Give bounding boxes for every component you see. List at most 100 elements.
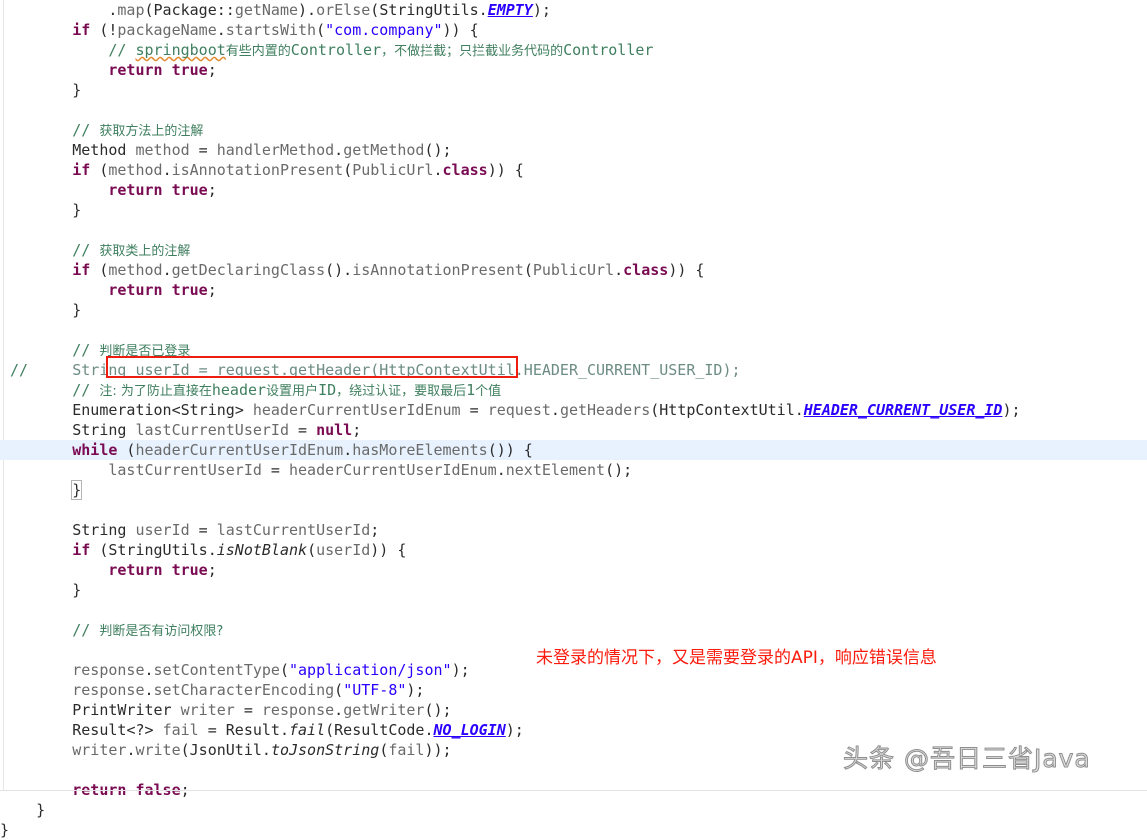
code-token: (! bbox=[90, 21, 118, 39]
code-token: Controller bbox=[290, 41, 382, 59]
code-line-text: response.setCharacterEncoding("UTF-8"); bbox=[0, 681, 424, 699]
code-line[interactable]: // 注: 为了防止直接在header设置用户ID，绕过认证，要取最后1个值 bbox=[0, 380, 1147, 400]
code-line[interactable]: if (method.getDeclaringClass().isAnnotat… bbox=[0, 260, 1147, 280]
code-token: ); bbox=[532, 1, 551, 19]
code-line[interactable]: lastCurrentUserId = headerCurrentUserIdE… bbox=[0, 460, 1147, 480]
code-token: . bbox=[162, 161, 172, 179]
code-line[interactable]: } bbox=[0, 200, 1147, 220]
code-token: ); bbox=[451, 661, 470, 679]
code-token: if bbox=[72, 21, 91, 39]
code-line[interactable]: Method method = handlerMethod.getMethod(… bbox=[0, 140, 1147, 160]
code-token: getMethod bbox=[343, 141, 425, 159]
code-line[interactable] bbox=[0, 100, 1147, 120]
code-line[interactable] bbox=[0, 500, 1147, 520]
code-token: // bbox=[72, 241, 100, 259]
code-line[interactable]: return true; bbox=[0, 180, 1147, 200]
code-line-text: .map(Package::getName).orElse(StringUtil… bbox=[0, 1, 551, 19]
code-token: (); bbox=[424, 141, 452, 159]
code-token: )); bbox=[424, 741, 452, 759]
code-token: ( bbox=[144, 1, 154, 19]
code-editor-surface[interactable]: .map(Package::getName).orElse(StringUtil… bbox=[0, 0, 1147, 839]
code-token: PublicUrl bbox=[352, 161, 434, 179]
code-token: = bbox=[234, 701, 262, 719]
code-token: } bbox=[0, 81, 82, 99]
code-token: < bbox=[171, 401, 181, 419]
code-token: Result bbox=[225, 721, 280, 739]
code-line[interactable]: // 获取方法上的注解 bbox=[0, 120, 1147, 140]
code-line[interactable]: return true; bbox=[0, 560, 1147, 580]
code-line-text: } bbox=[0, 81, 81, 99]
code-line[interactable]: } bbox=[0, 580, 1147, 600]
code-line[interactable]: return true; bbox=[0, 280, 1147, 300]
code-token: (); bbox=[605, 461, 633, 479]
code-line-text: // 获取方法上的注解 bbox=[0, 121, 203, 139]
code-token: NO_LOGIN bbox=[433, 721, 506, 739]
code-token: ; bbox=[370, 521, 380, 539]
code-line[interactable]: } bbox=[0, 300, 1147, 320]
code-line[interactable] bbox=[0, 320, 1147, 340]
code-line[interactable]: } bbox=[0, 820, 1147, 840]
code-line[interactable] bbox=[0, 600, 1147, 620]
code-token: ). bbox=[298, 1, 317, 19]
code-token: isNotBlank bbox=[216, 541, 308, 559]
code-line-text: return true; bbox=[0, 61, 216, 79]
code-token: while bbox=[72, 441, 118, 459]
code-token: nextElement bbox=[505, 461, 606, 479]
code-line[interactable]: if (!packageName.startsWith("com.company… bbox=[0, 20, 1147, 40]
code-line[interactable]: // springboot有些内置的Controller，不做拦截；只拦截业务代… bbox=[0, 40, 1147, 60]
code-token: } bbox=[0, 201, 82, 219]
code-token: } bbox=[0, 581, 82, 599]
code-token: <?> bbox=[126, 721, 163, 739]
code-token: . bbox=[496, 461, 506, 479]
code-line-text: } bbox=[0, 201, 81, 219]
code-line[interactable]: } bbox=[0, 800, 1147, 820]
code-line[interactable]: while (headerCurrentUserIdEnum.hasMoreEl… bbox=[0, 440, 1147, 460]
code-token: userId bbox=[135, 521, 190, 539]
code-token: // bbox=[72, 621, 100, 639]
code-line[interactable]: return true; bbox=[0, 60, 1147, 80]
code-line[interactable]: String userId = lastCurrentUserId; bbox=[0, 520, 1147, 540]
code-line[interactable]: // 获取类上的注解 bbox=[0, 240, 1147, 260]
code-token: if bbox=[72, 161, 91, 179]
code-token: packageName bbox=[117, 21, 217, 39]
code-line-text: Result<?> fail = Result.fail(ResultCode.… bbox=[0, 721, 524, 739]
code-token: 1 bbox=[466, 381, 476, 399]
code-line[interactable]: Enumeration<String> headerCurrentUserIdE… bbox=[0, 400, 1147, 420]
code-token: String bbox=[72, 521, 127, 539]
code-line[interactable]: } bbox=[0, 480, 1147, 500]
code-token: headerCurrentUserIdEnum bbox=[135, 441, 344, 459]
code-token: . bbox=[279, 721, 289, 739]
code-line[interactable]: if (method.isAnnotationPresent(PublicUrl… bbox=[0, 160, 1147, 180]
code-token: (); bbox=[424, 701, 452, 719]
code-line[interactable]: PrintWriter writer = response.getWriter(… bbox=[0, 700, 1147, 720]
code-token: HEADER_CURRENT_USER_ID bbox=[803, 401, 1003, 419]
code-line[interactable]: // 判断是否有访问权限? bbox=[0, 620, 1147, 640]
code-line[interactable]: // String userId = request.getHeader(Htt… bbox=[0, 360, 1147, 380]
code-line[interactable]: } bbox=[0, 80, 1147, 100]
code-line[interactable]: String lastCurrentUserId = null; bbox=[0, 420, 1147, 440]
code-token: ; bbox=[207, 281, 217, 299]
code-line[interactable]: .map(Package::getName).orElse(StringUtil… bbox=[0, 0, 1147, 20]
code-token: method bbox=[135, 141, 190, 159]
code-line-text: PrintWriter writer = response.getWriter(… bbox=[0, 701, 452, 719]
code-line[interactable] bbox=[0, 220, 1147, 240]
code-line[interactable]: // 判断是否已登录 bbox=[0, 340, 1147, 360]
code-token: getWriter bbox=[343, 701, 425, 719]
code-line[interactable]: if (StringUtils.isNotBlank(userId)) { bbox=[0, 540, 1147, 560]
code-line[interactable]: Result<?> fail = Result.fail(ResultCode.… bbox=[0, 720, 1147, 740]
code-line-text: // 注: 为了防止直接在header设置用户ID，绕过认证，要取最后1个值 bbox=[0, 381, 501, 399]
code-token: ( bbox=[279, 661, 289, 679]
code-token: 个值 bbox=[475, 384, 502, 399]
code-lines-container[interactable]: .map(Package::getName).orElse(StringUtil… bbox=[0, 0, 1147, 840]
code-token: )) { bbox=[370, 541, 407, 559]
code-line-text: String lastCurrentUserId = null; bbox=[0, 421, 361, 439]
code-line[interactable]: response.setCharacterEncoding("UTF-8"); bbox=[0, 680, 1147, 700]
